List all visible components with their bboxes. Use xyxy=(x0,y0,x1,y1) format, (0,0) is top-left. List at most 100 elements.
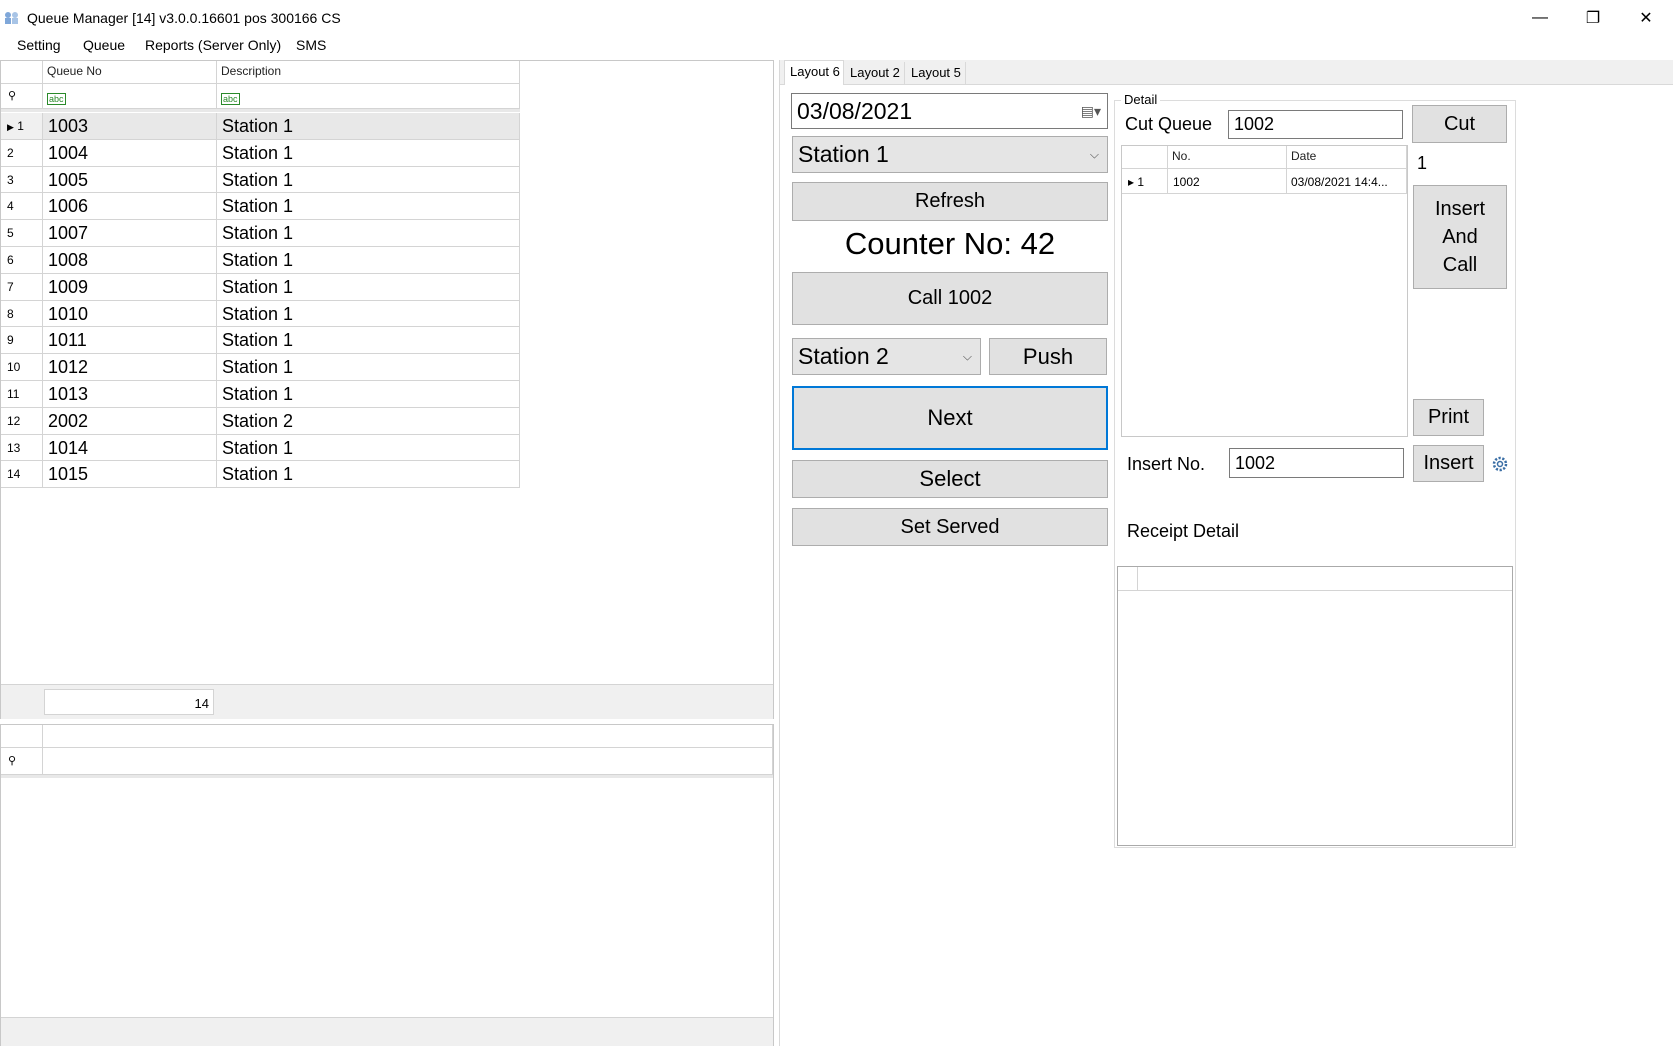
queue-no-cell[interactable]: 1004 xyxy=(43,140,217,167)
description-cell[interactable]: Station 1 xyxy=(217,381,520,408)
queue-no-cell[interactable]: 1013 xyxy=(43,381,217,408)
description-cell[interactable]: Station 1 xyxy=(217,327,520,354)
queue-no-cell[interactable]: 1010 xyxy=(43,301,217,327)
print-button[interactable]: Print xyxy=(1413,399,1484,436)
menu-sms[interactable]: SMS xyxy=(292,36,330,60)
insert-no-input[interactable]: 1002 xyxy=(1229,448,1404,478)
queue-no-cell[interactable]: 2002 xyxy=(43,408,217,435)
set-served-button[interactable]: Set Served xyxy=(792,508,1108,546)
row-count: 14 xyxy=(44,689,214,715)
station-select[interactable]: Station 1 ⌵ xyxy=(792,136,1108,173)
description-cell[interactable]: Station 1 xyxy=(217,113,520,140)
row-number: 6 xyxy=(7,253,14,267)
row-number: 11 xyxy=(7,387,20,401)
maximize-button[interactable]: ❐ xyxy=(1567,0,1619,36)
row-header[interactable]: 5 xyxy=(1,220,43,247)
refresh-button[interactable]: Refresh xyxy=(792,182,1108,221)
filter-cell-queue-no[interactable]: abc xyxy=(43,84,217,109)
station-select-value: Station 1 xyxy=(798,141,889,167)
row-number: 9 xyxy=(7,333,14,347)
description-cell[interactable]: Station 1 xyxy=(217,435,520,461)
minimize-icon: — xyxy=(1532,9,1548,26)
cut-queue-input[interactable]: 1002 xyxy=(1228,110,1403,139)
queue-no-cell[interactable]: 1008 xyxy=(43,247,217,274)
detail-grid-corner xyxy=(1,725,43,748)
select-button[interactable]: Select xyxy=(792,460,1108,498)
call-button[interactable]: Call 1002 xyxy=(792,272,1108,325)
filter-cell-description[interactable]: abc xyxy=(217,84,520,109)
date-picker[interactable]: 03/08/2021 ▤▾ xyxy=(791,93,1108,129)
description-cell[interactable]: Station 1 xyxy=(217,354,520,381)
column-header-queue-no[interactable]: Queue No xyxy=(43,61,217,84)
queue-no-cell[interactable]: 1012 xyxy=(43,354,217,381)
push-station-select[interactable]: Station 2 ⌵ xyxy=(792,338,981,375)
description-cell[interactable]: Station 1 xyxy=(217,193,520,220)
queue-no-cell[interactable]: 1009 xyxy=(43,274,217,301)
column-header-description[interactable]: Description xyxy=(217,61,520,84)
filter-divider xyxy=(1,775,773,778)
row-header[interactable]: 10 xyxy=(1,354,43,381)
row-header[interactable]: 2 xyxy=(1,140,43,167)
insert-and-call-button[interactable]: Insert And Call xyxy=(1413,185,1507,289)
description-cell[interactable]: Station 1 xyxy=(217,461,520,488)
row-header[interactable]: 6 xyxy=(1,247,43,274)
description-cell[interactable]: Station 1 xyxy=(217,274,520,301)
chevron-down-icon: ⌵ xyxy=(1089,147,1099,161)
menu-setting[interactable]: Setting xyxy=(13,36,65,60)
gear-icon[interactable] xyxy=(1491,455,1509,473)
row-number: 5 xyxy=(7,226,14,240)
cut-queue-grid: No. Date ▸ 1 1002 03/08/2021 14:4... xyxy=(1121,145,1408,437)
close-button[interactable]: ✕ xyxy=(1620,0,1672,36)
row-header[interactable]: 13 xyxy=(1,435,43,461)
column-header-date[interactable]: Date xyxy=(1287,146,1407,169)
row-header[interactable]: 14 xyxy=(1,461,43,488)
description-cell[interactable]: Station 1 xyxy=(217,140,520,167)
row-number: 4 xyxy=(7,199,14,213)
menu-reports[interactable]: Reports (Server Only) xyxy=(141,36,285,60)
description-cell[interactable]: Station 1 xyxy=(217,301,520,327)
row-header[interactable]: 7 xyxy=(1,274,43,301)
row-header[interactable]: 4 xyxy=(1,193,43,220)
tab-layout-2[interactable]: Layout 2 xyxy=(845,62,905,84)
grid-footer: 14 xyxy=(1,684,773,719)
row-number: 14 xyxy=(7,467,21,481)
queue-no-cell[interactable]: 1007 xyxy=(43,220,217,247)
text-filter-icon: abc xyxy=(221,93,240,105)
queue-no-cell[interactable]: 1014 xyxy=(43,435,217,461)
cut-button[interactable]: Cut xyxy=(1412,105,1507,143)
queue-no-cell[interactable]: 1015 xyxy=(43,461,217,488)
row-header[interactable]: 11 xyxy=(1,381,43,408)
row-header[interactable]: 8 xyxy=(1,301,43,327)
next-button[interactable]: Next xyxy=(792,386,1108,450)
menu-queue[interactable]: Queue xyxy=(79,36,129,60)
detail-group-title: Detail xyxy=(1121,92,1161,107)
queue-no-cell[interactable]: 1005 xyxy=(43,167,217,193)
queue-no-cell[interactable]: 1011 xyxy=(43,327,217,354)
description-cell[interactable]: Station 2 xyxy=(217,408,520,435)
cut-grid-cell-date[interactable]: 03/08/2021 14:4... xyxy=(1287,169,1407,194)
row-header[interactable]: ▶ 1 xyxy=(1,113,43,140)
tab-layout-5[interactable]: Layout 5 xyxy=(906,62,966,84)
detail-filter-row[interactable] xyxy=(43,748,773,775)
receipt-grid-header xyxy=(1118,567,1512,591)
insert-and-call-line-2: And xyxy=(1442,226,1478,248)
row-number: 1 xyxy=(1137,175,1145,189)
tab-layout-6[interactable]: Layout 6 xyxy=(784,60,844,85)
close-icon: ✕ xyxy=(1639,10,1653,27)
cut-grid-cell-no[interactable]: 1002 xyxy=(1168,169,1287,194)
queue-no-cell[interactable]: 1006 xyxy=(43,193,217,220)
description-cell[interactable]: Station 1 xyxy=(217,167,520,193)
row-header[interactable]: 3 xyxy=(1,167,43,193)
row-header[interactable]: 9 xyxy=(1,327,43,354)
insert-button[interactable]: Insert xyxy=(1413,445,1484,482)
filter-divider xyxy=(1,109,520,112)
queue-no-cell[interactable]: 1003 xyxy=(43,113,217,140)
calendar-dropdown-icon[interactable]: ▤▾ xyxy=(1081,103,1101,120)
push-button[interactable]: Push xyxy=(989,338,1107,375)
row-header[interactable]: 12 xyxy=(1,408,43,435)
description-cell[interactable]: Station 1 xyxy=(217,247,520,274)
row-number: 3 xyxy=(7,173,14,187)
description-cell[interactable]: Station 1 xyxy=(217,220,520,247)
column-header-no[interactable]: No. xyxy=(1168,146,1287,169)
minimize-button[interactable]: — xyxy=(1514,0,1566,36)
